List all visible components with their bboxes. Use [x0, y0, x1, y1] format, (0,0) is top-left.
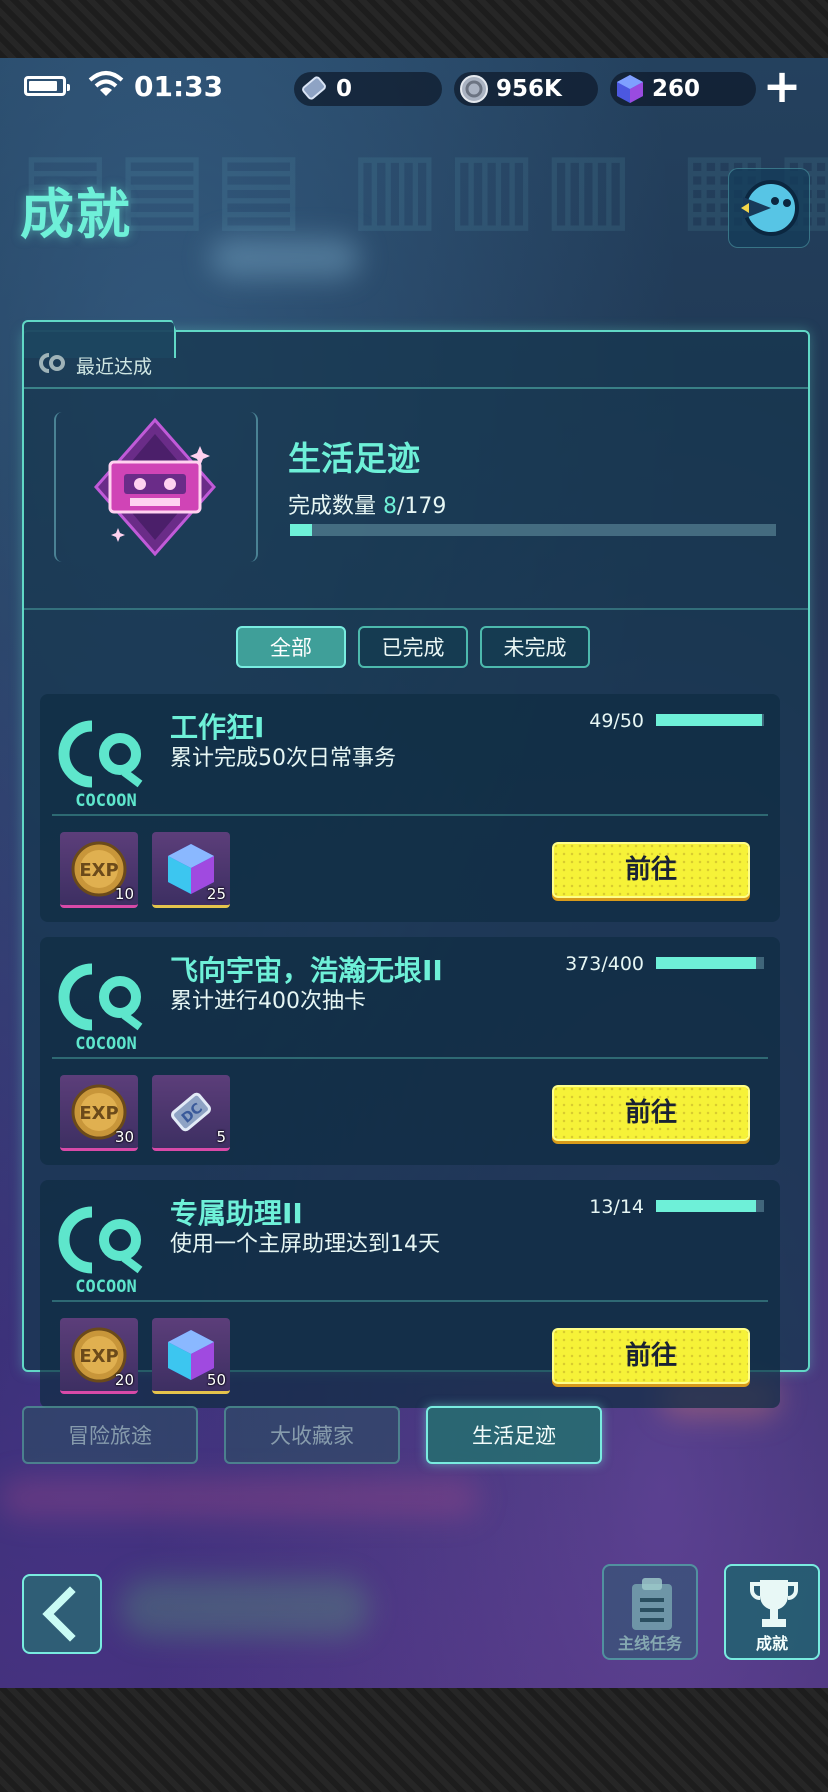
achievement-card: COCOON 工作狂I 累计完成50次日常事务 49/50 EXP 10 25 …	[40, 694, 780, 922]
achievement-count: 13/14	[589, 1196, 644, 1218]
coin-icon	[460, 75, 488, 103]
go-button[interactable]: 前往	[552, 1328, 750, 1384]
reward-gem[interactable]: 25	[152, 832, 230, 908]
divider	[24, 608, 808, 610]
gem-count: 260	[652, 76, 701, 102]
add-currency-button[interactable]: +	[762, 63, 802, 109]
filter-completed-button[interactable]: 已完成	[358, 626, 468, 668]
svg-text:COCOON: COCOON	[75, 1277, 136, 1296]
cocoon-logo-icon: COCOON	[58, 963, 143, 1053]
coin-counter[interactable]: 956K	[454, 72, 598, 106]
divider	[52, 814, 768, 816]
ticket-count: 0	[336, 76, 353, 102]
recent-category-title: 生活足迹	[288, 439, 420, 478]
achievement-description: 累计完成50次日常事务	[170, 746, 396, 771]
status-bar: 01:33 0 956K 260 +	[0, 58, 828, 114]
reward-quantity: 30	[114, 1128, 134, 1146]
svg-text:EXP: EXP	[79, 860, 118, 881]
reward-quantity: 25	[206, 885, 226, 903]
pacman-avatar-icon	[741, 180, 799, 236]
achievement-progress-bar	[656, 1200, 764, 1212]
progress-total: /179	[397, 494, 447, 519]
progress-fill	[290, 524, 312, 536]
bg-light	[210, 238, 360, 278]
bottom-letterbox	[0, 1688, 828, 1792]
page-title: 成就	[20, 183, 132, 246]
gem-counter[interactable]: 260	[610, 72, 756, 106]
bg-light	[0, 1478, 480, 1518]
coin-count: 956K	[496, 76, 562, 102]
divider	[52, 1300, 768, 1302]
reward-quantity: 5	[216, 1128, 226, 1146]
cocoon-logo-icon: COCOON	[58, 720, 143, 810]
recent-achieved-label: 最近达成	[76, 356, 153, 378]
clipboard-icon	[632, 1578, 672, 1630]
achievement-panel: 最近达成 生活足迹 完成数量 8/179 全部 已完成 未完成 COCOON 工…	[22, 320, 810, 1408]
game-screen: 01:33 0 956K 260 + ▤▤▤ ▥▥▥ ▦▦ 成就 最近达成 生活…	[0, 58, 828, 1688]
achievement-description: 累计进行400次抽卡	[170, 989, 366, 1014]
achievement-card: COCOON 飞向宇宙，浩瀚无垠II 累计进行400次抽卡 373/400 EX…	[40, 937, 780, 1165]
reward-ticket[interactable]: DC 5	[152, 1075, 230, 1151]
chevron-left-icon	[42, 1586, 76, 1642]
clock: 01:33	[134, 70, 224, 103]
achievement-count: 49/50	[589, 710, 644, 732]
reward-gem[interactable]: 50	[152, 1318, 230, 1394]
nav-label: 主线任务	[617, 1634, 682, 1653]
achievement-progress-bar	[656, 957, 764, 969]
go-button[interactable]: 前往	[552, 842, 750, 898]
wifi-icon	[88, 71, 124, 96]
svg-text:EXP: EXP	[79, 1103, 118, 1124]
reward-exp[interactable]: EXP 10	[60, 832, 138, 908]
progress-label-text: 完成数量	[288, 494, 377, 519]
top-letterbox	[0, 0, 828, 58]
category-tab-adventure[interactable]: 冒险旅途	[22, 1406, 198, 1464]
bg-light	[120, 1578, 370, 1638]
battery-icon	[24, 76, 70, 96]
reward-quantity: 50	[206, 1371, 226, 1389]
svg-text:COCOON: COCOON	[75, 791, 136, 810]
divider	[24, 387, 808, 389]
svg-text:COCOON: COCOON	[75, 1034, 136, 1053]
reward-exp[interactable]: EXP 30	[60, 1075, 138, 1151]
achievement-description: 使用一个主屏助理达到14天	[170, 1232, 440, 1257]
go-button[interactable]: 前往	[552, 1085, 750, 1141]
progress-fill	[656, 714, 762, 726]
back-button[interactable]	[22, 1574, 102, 1654]
ticket-counter[interactable]: 0	[294, 72, 442, 106]
nav-main-quest[interactable]: 主线任务	[602, 1564, 698, 1660]
cocoon-logo-icon: COCOON	[58, 1206, 143, 1296]
progress-fill	[656, 1200, 757, 1212]
gem-cube-icon	[617, 75, 643, 103]
progress-fill	[656, 957, 757, 969]
reward-quantity: 10	[114, 885, 134, 903]
header-decoration: ▤▤▤ ▥▥▥ ▦▦	[20, 130, 828, 242]
achievement-progress-bar	[656, 714, 764, 726]
filter-all-button[interactable]: 全部	[236, 626, 346, 668]
completion-progress-label: 完成数量 8/179	[288, 488, 446, 520]
nav-label: 成就	[755, 1634, 788, 1653]
reward-quantity: 20	[114, 1371, 134, 1389]
category-progress-bar	[290, 524, 776, 536]
filter-incomplete-button[interactable]: 未完成	[480, 626, 590, 668]
progress-count: 8	[383, 494, 398, 519]
category-tab-life[interactable]: 生活足迹	[426, 1406, 602, 1464]
ticket-icon: DC	[171, 1092, 211, 1132]
assistant-avatar[interactable]	[728, 168, 810, 248]
reward-exp[interactable]: EXP 20	[60, 1318, 138, 1394]
category-tab-collector[interactable]: 大收藏家	[224, 1406, 400, 1464]
trophy-icon	[750, 1580, 798, 1627]
cassette-badge-icon	[94, 417, 216, 557]
divider	[52, 1057, 768, 1059]
ticket-icon	[302, 76, 326, 100]
cocoon-logo-icon	[39, 353, 65, 373]
achievement-card: COCOON 专属助理II 使用一个主屏助理达到14天 13/14 EXP 20…	[40, 1180, 780, 1408]
nav-achievement[interactable]: 成就	[724, 1564, 820, 1660]
svg-text:EXP: EXP	[79, 1346, 118, 1367]
achievement-count: 373/400	[565, 953, 644, 975]
